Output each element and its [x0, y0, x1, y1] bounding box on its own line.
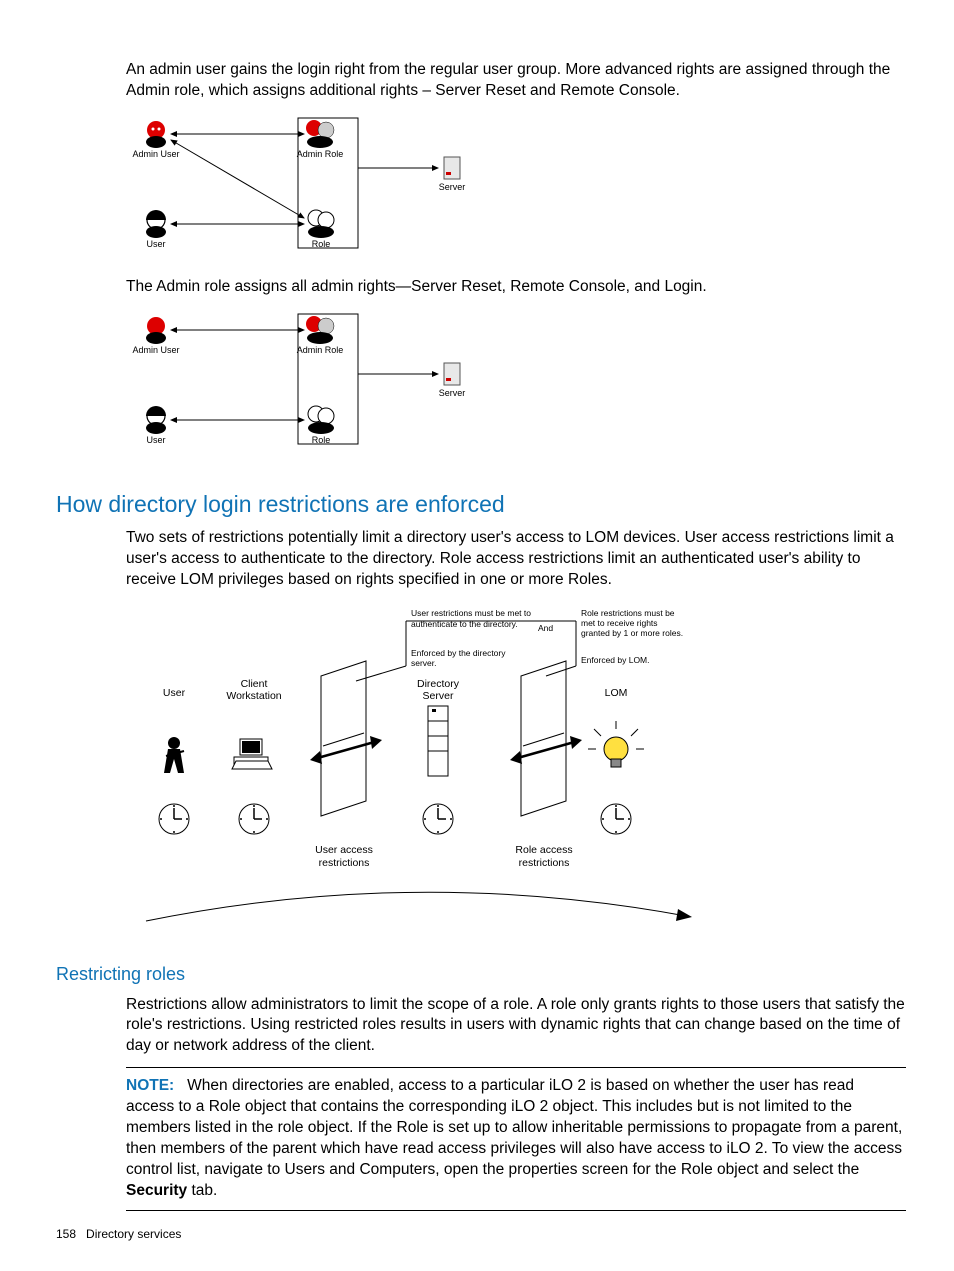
admin-user-icon [146, 317, 166, 344]
role-icon [308, 210, 334, 238]
admin-user-label: Admin User [132, 345, 179, 355]
admin-role-icon [306, 316, 334, 344]
clock-icon [159, 804, 189, 834]
user-restr-text-2: authenticate to the directory. [411, 619, 518, 629]
role-restr-text-1: Role restrictions must be [581, 608, 675, 618]
directory-server-icon [428, 706, 448, 776]
clock-icon [601, 804, 631, 834]
user-restr-text-1: User restrictions must be met to [411, 608, 531, 618]
diagram-restrictions: User restrictions must be met to authent… [126, 601, 906, 936]
enforced-lom: Enforced by LOM. [581, 655, 650, 665]
door-role-access [510, 661, 582, 816]
enforced-dir-2: server. [411, 658, 437, 668]
workstation-icon [232, 739, 272, 769]
admin-role-label: Admin Role [297, 345, 344, 355]
user-icon [146, 210, 166, 238]
user-figure-icon [164, 737, 184, 773]
user-access-2: restrictions [319, 857, 370, 869]
role-restr-text-2: met to receive rights [581, 618, 658, 628]
note-text: When directories are enabled, access to … [126, 1077, 902, 1178]
paragraph-2: The Admin role assigns all admin rights—… [126, 277, 906, 298]
server-icon [444, 363, 460, 385]
note-block: NOTE: When directories are enabled, acce… [126, 1067, 906, 1211]
page-footer: 158 Directory services [56, 1227, 181, 1241]
footer-text: Directory services [86, 1227, 181, 1241]
note-label: NOTE: [126, 1077, 174, 1094]
admin-user-label: Admin User [132, 149, 179, 159]
heading-restrictions: How directory login restrictions are enf… [56, 491, 906, 518]
enforced-dir-1: Enforced by the directory [411, 648, 506, 658]
paragraph-3: Two sets of restrictions potentially lim… [126, 528, 906, 591]
diagram-admin-role-1: Admin User Admin Role User Role [126, 112, 906, 267]
note-bold: Security [126, 1182, 187, 1199]
server-label: Server [439, 182, 466, 192]
lom-lightbulb-icon [588, 721, 644, 767]
col-client-2: Workstation [226, 690, 281, 702]
col-lom: LOM [605, 687, 628, 699]
user-label: User [146, 239, 165, 249]
page-number: 158 [56, 1227, 76, 1241]
col-user: User [163, 687, 186, 699]
user-label: User [146, 435, 165, 445]
role-restr-text-3: granted by 1 or more roles. [581, 628, 683, 638]
admin-user-icon [146, 121, 166, 148]
user-icon [146, 406, 166, 434]
user-access-1: User access [315, 844, 373, 856]
note-text-after: tab. [187, 1182, 217, 1199]
door-user-access [310, 661, 382, 816]
col-dir-1: Directory [417, 678, 460, 690]
paragraph-4: Restrictions allow administrators to lim… [126, 995, 906, 1058]
admin-role-label: Admin Role [297, 149, 344, 159]
col-client-1: Client [241, 678, 268, 690]
and-text: And [538, 623, 553, 633]
clock-icon [423, 804, 453, 834]
clock-icon [239, 804, 269, 834]
server-icon [444, 157, 460, 179]
admin-role-icon [306, 120, 334, 148]
role-access-2: restrictions [519, 857, 570, 869]
col-dir-2: Server [423, 690, 454, 702]
server-label: Server [439, 388, 466, 398]
paragraph-1: An admin user gains the login right from… [126, 60, 906, 102]
diagram-admin-role-2: Admin User Admin Role User Role [126, 308, 906, 463]
role-access-1: Role access [515, 844, 572, 856]
heading-restricting-roles: Restricting roles [56, 964, 906, 985]
role-icon [308, 406, 334, 434]
